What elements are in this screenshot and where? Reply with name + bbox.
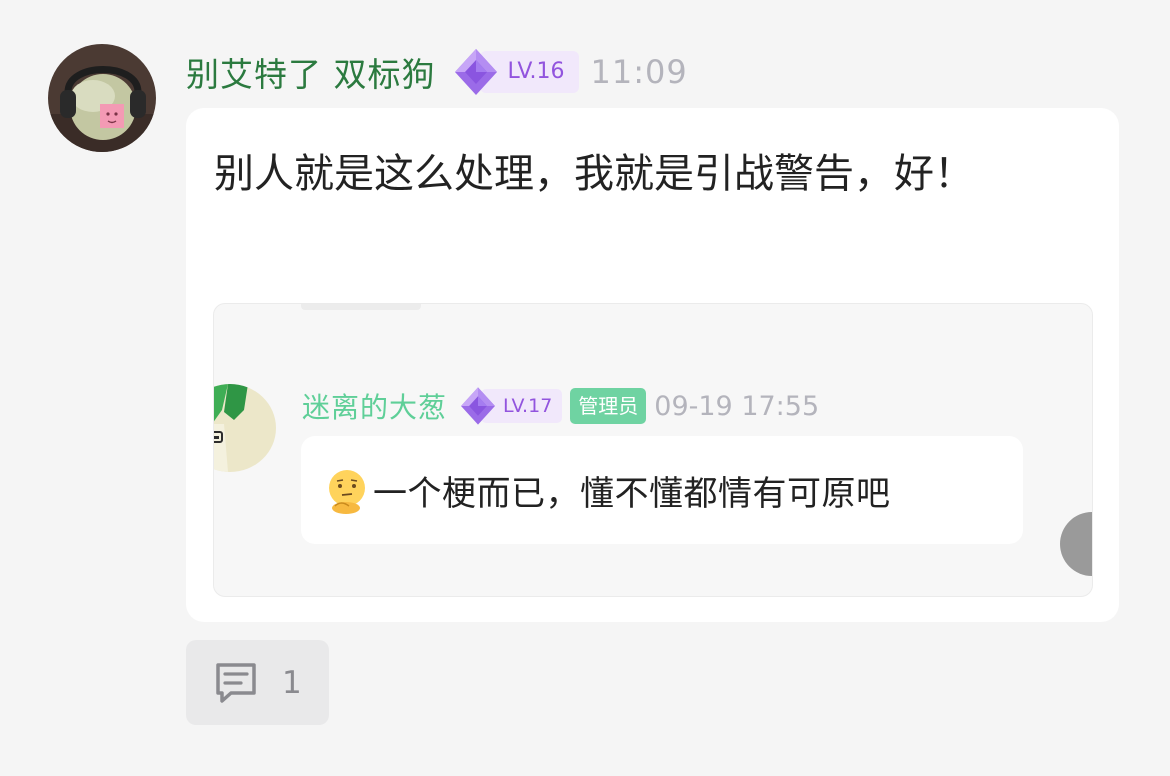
admin-badge: 管理员 <box>570 388 647 424</box>
diamond-level-icon <box>454 49 497 95</box>
comment-count: 1 <box>282 664 302 701</box>
thinking-face-emoji-icon <box>329 470 365 514</box>
post-content: 别人就是这么处理，我就是引战警告，好！ <box>214 151 974 197</box>
quoted-post-card[interactable]: 迷离的大葱 LV.17 管理员 09-19 17:55 一个梗而已，懂不懂都情有… <box>213 303 1093 597</box>
quoted-user-avatar[interactable] <box>214 384 276 472</box>
quoted-content: 一个梗而已，懂不懂都情有可原吧 <box>373 473 891 514</box>
quoted-timestamp: 09-19 17:55 <box>654 390 820 422</box>
scroll-handle[interactable] <box>1060 512 1092 576</box>
quoted-level-badge: LV.17 <box>457 385 563 427</box>
diamond-level-icon <box>461 387 495 425</box>
quoted-post-header: 迷离的大葱 LV.17 管理员 09-19 17:55 <box>302 384 819 428</box>
quoted-username[interactable]: 迷离的大葱 <box>302 386 447 426</box>
level-badge: LV.16 <box>450 46 579 98</box>
comment-button[interactable]: 1 <box>186 640 329 725</box>
post-bubble: 别人就是这么处理，我就是引战警告，好！ 迷离的大葱 LV.17 管理员 09-1… <box>186 108 1119 622</box>
quote-top-tab <box>301 304 421 310</box>
comment-icon <box>216 662 256 703</box>
post-timestamp: 11:09 <box>590 53 688 91</box>
post-header: 别艾特了 双标狗 LV.16 11:09 <box>186 44 688 100</box>
quoted-bubble: 一个梗而已，懂不懂都情有可原吧 <box>301 436 1023 544</box>
username[interactable]: 别艾特了 双标狗 <box>186 48 436 96</box>
user-avatar[interactable] <box>48 44 156 152</box>
